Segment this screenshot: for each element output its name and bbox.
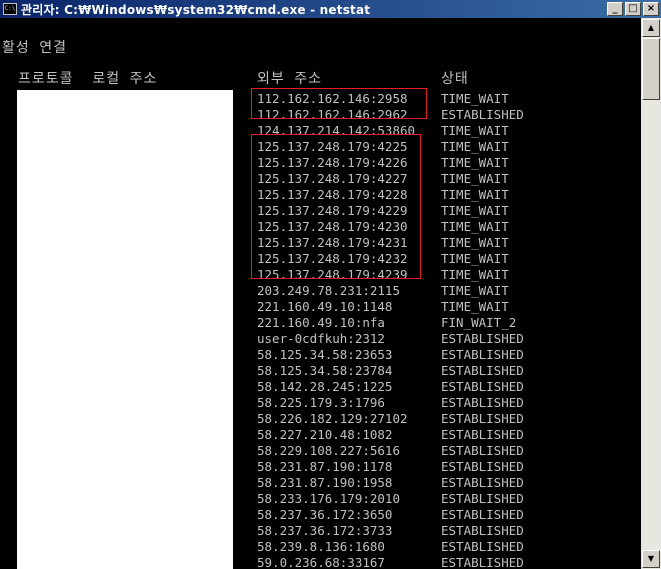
connection-state: TIME_WAIT — [441, 171, 509, 186]
connection-foreign-address: 58.231.87.190:1178 — [257, 459, 393, 474]
connection-foreign-address: 58.125.34.58:23653 — [257, 347, 393, 362]
connection-state: ESTABLISHED — [441, 475, 524, 490]
connection-foreign-address: user-0cdfkuh:2312 — [257, 331, 385, 346]
cmd-icon: C:\ — [3, 3, 17, 15]
connection-foreign-address: 221.160.49.10:1148 — [257, 299, 393, 314]
connection-state: ESTABLISHED — [441, 107, 524, 122]
column-header-state: 상태 — [441, 71, 469, 87]
column-header-protocol-local: 프로토콜 로컬 주소 — [18, 71, 158, 87]
connection-state: ESTABLISHED — [441, 379, 524, 394]
connection-state: TIME_WAIT — [441, 187, 509, 202]
column-header-foreign-address: 외부 주소 — [257, 71, 322, 87]
connection-state: TIME_WAIT — [441, 219, 509, 234]
connection-state: ESTABLISHED — [441, 331, 524, 346]
scroll-thumb[interactable] — [642, 38, 660, 100]
connection-state: TIME_WAIT — [441, 203, 509, 218]
connection-state: ESTABLISHED — [441, 491, 524, 506]
active-connections-heading: 활성 연결 — [2, 40, 67, 56]
connection-state: ESTABLISHED — [441, 459, 524, 474]
minimize-button[interactable]: _ — [607, 2, 623, 16]
redacted-local-addresses — [17, 90, 233, 569]
highlight-box-112 — [251, 88, 427, 119]
connection-foreign-address: 58.239.8.136:1680 — [257, 539, 385, 554]
connection-state: TIME_WAIT — [441, 267, 509, 282]
scroll-down-arrow-icon[interactable]: ▼ — [642, 550, 660, 568]
connection-state: TIME_WAIT — [441, 235, 509, 250]
connection-foreign-address: 58.233.176.179:2010 — [257, 491, 400, 506]
window-controls: _ □ × — [605, 2, 659, 16]
connection-state: ESTABLISHED — [441, 427, 524, 442]
connection-foreign-address: 221.160.49.10:nfa — [257, 315, 385, 330]
connection-foreign-address: 58.237.36.172:3650 — [257, 507, 393, 522]
scroll-up-arrow-icon[interactable]: ▲ — [642, 19, 660, 37]
connection-state: ESTABLISHED — [441, 523, 524, 538]
connection-state: ESTABLISHED — [441, 347, 524, 362]
vertical-scrollbar[interactable]: ▲ ▼ — [641, 18, 661, 569]
connection-state: ESTABLISHED — [441, 411, 524, 426]
close-button[interactable]: × — [643, 2, 659, 16]
cmd-window: C:\ 관리자: C:₩Windows₩system32₩cmd.exe - n… — [0, 0, 661, 569]
connection-foreign-address: 58.225.179.3:1796 — [257, 395, 385, 410]
maximize-button[interactable]: □ — [625, 2, 641, 16]
connection-state: TIME_WAIT — [441, 123, 509, 138]
window-title: 관리자: C:₩Windows₩system32₩cmd.exe - netst… — [21, 2, 371, 17]
connection-state: FIN_WAIT_2 — [441, 315, 517, 330]
connection-state: ESTABLISHED — [441, 555, 524, 569]
connection-state: TIME_WAIT — [441, 299, 509, 314]
connection-state: TIME_WAIT — [441, 155, 509, 170]
connection-state: TIME_WAIT — [441, 283, 509, 298]
connection-state: ESTABLISHED — [441, 363, 524, 378]
connection-foreign-address: 58.125.34.58:23784 — [257, 363, 393, 378]
connection-state: ESTABLISHED — [441, 443, 524, 458]
connection-state: ESTABLISHED — [441, 507, 524, 522]
console-output[interactable]: 활성 연결 프로토콜 로컬 주소 외부 주소 상태 112.162.162.14… — [0, 18, 641, 569]
connection-state: ESTABLISHED — [441, 395, 524, 410]
highlight-box-125 — [251, 134, 421, 279]
title-bar[interactable]: C:\ 관리자: C:₩Windows₩system32₩cmd.exe - n… — [0, 0, 661, 18]
connection-foreign-address: 58.237.36.172:3733 — [257, 523, 393, 538]
connection-foreign-address: 58.231.87.190:1958 — [257, 475, 393, 490]
connection-foreign-address: 59.0.236.68:33167 — [257, 555, 385, 569]
connection-foreign-address: 58.226.182.129:27102 — [257, 411, 408, 426]
connection-state: TIME_WAIT — [441, 251, 509, 266]
connection-state: TIME_WAIT — [441, 139, 509, 154]
connection-foreign-address: 58.142.28.245:1225 — [257, 379, 393, 394]
connection-foreign-address: 58.229.108.227:5616 — [257, 443, 400, 458]
connection-foreign-address: 203.249.78.231:2115 — [257, 283, 400, 298]
connection-foreign-address: 58.227.210.48:1082 — [257, 427, 393, 442]
connection-state: TIME_WAIT — [441, 91, 509, 106]
connection-state: ESTABLISHED — [441, 539, 524, 554]
